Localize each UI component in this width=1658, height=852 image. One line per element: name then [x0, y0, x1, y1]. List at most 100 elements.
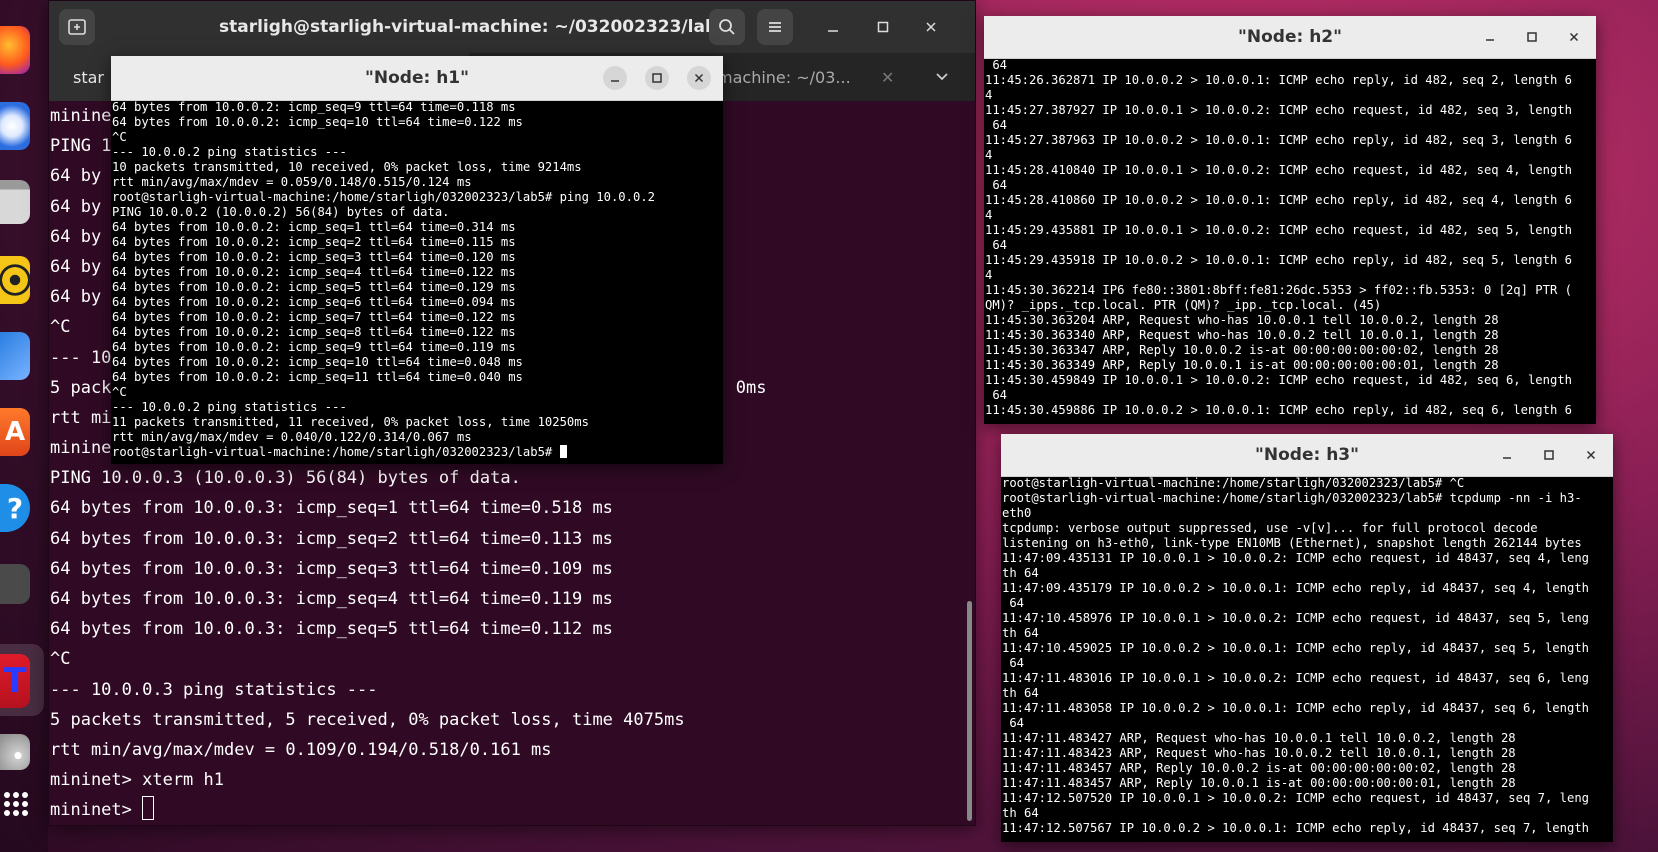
terminal-line: 11:47:11.483423 ARP, Request who-has 10.…: [1002, 746, 1516, 760]
terminal-line: 11:45:30.363349 ARP, Reply 10.0.0.1 is-a…: [985, 358, 1499, 372]
terminal-line: 11:45:28.410860 IP 10.0.0.2 > 10.0.0.1: …: [985, 193, 1572, 207]
tk-icon[interactable]: T: [0, 654, 30, 708]
terminal-line: 11:47:10.458976 IP 10.0.0.1 > 10.0.0.2: …: [1002, 611, 1589, 625]
terminal-line: root@starligh-virtual-machine:/home/star…: [112, 190, 655, 204]
terminal-line: PING 10.0.0.3 (10.0.0.3) 56(84) bytes of…: [50, 468, 521, 489]
libreoffice-writer-icon[interactable]: [0, 332, 30, 380]
search-button[interactable]: [709, 9, 745, 45]
xterm-h3-window[interactable]: "Node: h3" root@starligh-virtual-machine…: [1001, 434, 1613, 842]
menu-button[interactable]: [757, 9, 793, 45]
terminal-line: 4: [985, 208, 993, 222]
minimize-icon: [611, 80, 619, 82]
maximize-button[interactable]: [865, 9, 901, 45]
terminal-line: QM)? _ipps._tcp.local. PTR (QM)? _ipp._t…: [985, 298, 1382, 312]
maximize-icon: [652, 73, 662, 83]
close-button[interactable]: [1579, 443, 1603, 467]
show-apps-icon[interactable]: [4, 792, 28, 816]
minimize-button[interactable]: [1478, 25, 1502, 49]
terminal-line: 11:45:30.459849 IP 10.0.0.1 > 10.0.0.2: …: [985, 373, 1572, 387]
close-button[interactable]: [687, 66, 711, 90]
xterm-h2-output[interactable]: 64 11:45:26.362871 IP 10.0.0.2 > 10.0.0.1…: [984, 58, 1596, 424]
maximize-button[interactable]: [1537, 443, 1561, 467]
help-icon[interactable]: ?: [0, 484, 30, 532]
tab-close-icon[interactable]: ✕: [881, 53, 911, 101]
close-button[interactable]: [913, 9, 949, 45]
terminal-line: 64 bytes from 10.0.0.2: icmp_seq=10 ttl=…: [112, 115, 523, 129]
terminal-line: 64 bytes from 10.0.0.2: icmp_seq=4 ttl=6…: [112, 265, 516, 279]
terminal-line: root@starligh-virtual-machine:/home/star…: [1002, 476, 1465, 490]
terminal-line: 11 packets transmitted, 11 received, 0% …: [112, 415, 589, 429]
close-icon: [694, 73, 704, 83]
app-center-icon[interactable]: A: [0, 408, 30, 456]
terminal-line: 4: [985, 268, 993, 282]
terminal-line: 11:45:30.363340 ARP, Request who-has 10.…: [985, 328, 1499, 342]
xterm-h2-window[interactable]: "Node: h2" 64 11:45:26.362871 IP 10.0.0.2…: [984, 16, 1596, 424]
terminal-line: 5 packets transmitted, 5 received, 0% pa…: [50, 709, 685, 730]
close-button[interactable]: [1562, 25, 1586, 49]
terminal-line: ^C: [50, 649, 71, 670]
terminal-line: 11:47:11.483427 ARP, Request who-has 10.…: [1002, 731, 1516, 745]
xterm-h1-prompt-line[interactable]: root@starligh-virtual-machine:/home/star…: [112, 445, 723, 460]
terminal-line: 64: [985, 238, 1008, 252]
dock: A ? T: [0, 0, 48, 852]
files-icon[interactable]: [0, 180, 30, 224]
terminal-line: 11:47:09.435179 IP 10.0.0.2 > 10.0.0.1: …: [1002, 581, 1589, 595]
terminal-line: 64 bytes from 10.0.0.2: icmp_seq=9 ttl=6…: [112, 100, 516, 114]
maximize-button[interactable]: [1520, 25, 1544, 49]
terminal-line: 64 bytes from 10.0.0.3: icmp_seq=1 ttl=6…: [50, 498, 613, 519]
xterm-h1-titlebar[interactable]: "Node: h1": [111, 56, 723, 101]
terminal-line: th 64: [1002, 806, 1039, 820]
prompt: root@starligh-virtual-machine:/home/star…: [112, 445, 560, 459]
terminal-line: 64: [985, 388, 1008, 402]
hamburger-icon: [769, 22, 781, 32]
terminal-line: 64 bytes from 10.0.0.3: icmp_seq=2 ttl=6…: [50, 528, 613, 549]
main-terminal-prompt-line[interactable]: mininet>: [50, 795, 965, 825]
main-terminal-scrollbar[interactable]: [967, 601, 972, 821]
minimize-button[interactable]: [603, 66, 627, 90]
maximize-icon: [1527, 32, 1537, 42]
terminal-line: rtt min/avg/max/mdev = 0.040/0.122/0.314…: [112, 430, 472, 444]
terminal-line: mininet> xterm h1: [50, 770, 224, 791]
thunderbird-icon[interactable]: [0, 102, 30, 150]
terminal-icon[interactable]: [0, 564, 30, 604]
close-icon: [926, 22, 936, 32]
terminal-line: 64: [1002, 656, 1025, 670]
terminal-line: tcpdump: verbose output suppressed, use …: [1002, 521, 1538, 535]
terminal-line: rtt min/avg/max/mdev = 0.059/0.148/0.515…: [112, 175, 472, 189]
xterm-h1-window[interactable]: "Node: h1" 64 bytes from 10.0.0.2: icmp_…: [111, 56, 723, 464]
xterm-h1-output[interactable]: 64 bytes from 10.0.0.2: icmp_seq=9 ttl=6…: [111, 100, 723, 464]
terminal-line: 64: [1002, 716, 1025, 730]
new-tab-button[interactable]: [59, 9, 95, 45]
terminal-line: 11:45:30.363347 ARP, Reply 10.0.0.2 is-a…: [985, 343, 1499, 357]
new-tab-icon: [68, 19, 86, 35]
terminal-line: 11:45:30.362214 IP6 fe80::3801:8bff:fe81…: [985, 283, 1572, 297]
terminal-line: th 64: [1002, 686, 1039, 700]
rhythmbox-icon[interactable]: [0, 256, 30, 304]
terminal-line: ^C: [112, 385, 127, 399]
terminal-line: 64 bytes from 10.0.0.2: icmp_seq=9 ttl=6…: [112, 340, 516, 354]
window-title: starligh@starligh-virtual-machine: ~/032…: [219, 17, 729, 37]
xterm-h3-output[interactable]: root@starligh-virtual-machine:/home/star…: [1001, 476, 1613, 842]
maximize-icon: [1544, 450, 1554, 460]
terminal-line: 11:47:09.435131 IP 10.0.0.1 > 10.0.0.2: …: [1002, 551, 1589, 565]
search-icon: [719, 19, 735, 35]
disc-icon[interactable]: [0, 734, 30, 770]
terminal-line: rtt min/avg/max/mdev = 0.109/0.194/0.518…: [50, 739, 552, 760]
minimize-button[interactable]: [815, 9, 851, 45]
terminal-line: eth0: [1002, 506, 1032, 520]
terminal-line: th 64: [1002, 566, 1039, 580]
terminal-line: 64 bytes from 10.0.0.3: icmp_seq=3 ttl=6…: [50, 558, 613, 579]
terminal-line: 64 bytes from 10.0.0.2: icmp_seq=6 ttl=6…: [112, 295, 516, 309]
main-terminal-titlebar[interactable]: starligh@starligh-virtual-machine: ~/032…: [49, 1, 975, 53]
terminal-line: 64 bytes from 10.0.0.2: icmp_seq=1 ttl=6…: [112, 220, 516, 234]
xterm-h3-titlebar[interactable]: "Node: h3": [1001, 434, 1613, 477]
terminal-line: listening on h3-eth0, link-type EN10MB (…: [1002, 536, 1582, 550]
maximize-button[interactable]: [645, 66, 669, 90]
terminal-line: 11:47:11.483457 ARP, Reply 10.0.0.1 is-a…: [1002, 776, 1516, 790]
minimize-button[interactable]: [1495, 443, 1519, 467]
terminal-line: 64 bytes from 10.0.0.3: icmp_seq=5 ttl=6…: [50, 619, 613, 640]
tab-list-chevron-down-icon[interactable]: [935, 53, 965, 101]
firefox-icon[interactable]: [0, 26, 30, 74]
xterm-h2-titlebar[interactable]: "Node: h2": [984, 16, 1596, 59]
tab-inactive[interactable]: machine: ~/03...: [717, 53, 887, 101]
